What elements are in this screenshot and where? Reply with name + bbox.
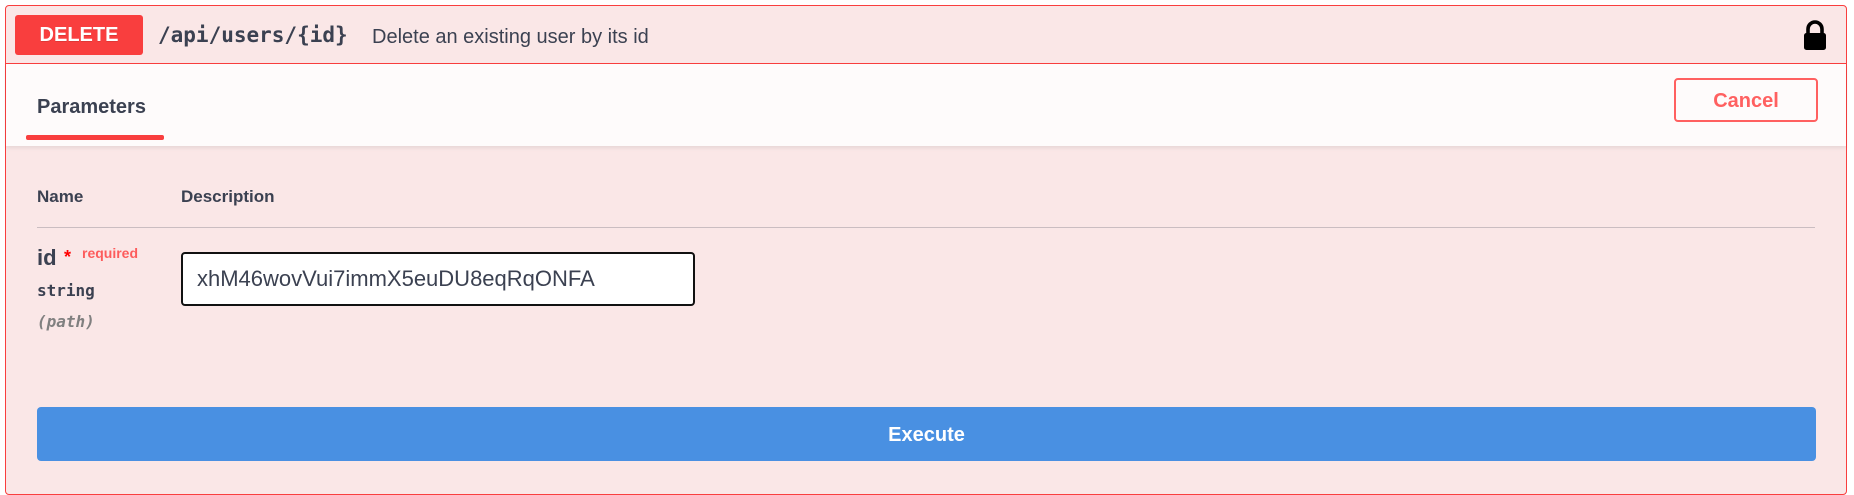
method-badge: DELETE xyxy=(15,15,143,55)
tab-active-indicator xyxy=(26,135,164,140)
opblock-summary[interactable]: DELETE /api/users/{id} Delete an existin… xyxy=(6,6,1846,64)
parameter-name: id xyxy=(37,245,57,270)
cancel-button[interactable]: Cancel xyxy=(1674,78,1818,122)
execute-button[interactable]: Execute xyxy=(37,407,1816,461)
parameter-type: string xyxy=(37,281,95,300)
column-header-description: Description xyxy=(181,187,275,206)
tab-parameters[interactable]: Parameters xyxy=(37,95,146,119)
required-label: required xyxy=(82,245,139,261)
endpoint-path: /api/users/{id} xyxy=(158,23,348,47)
column-header-name: Name xyxy=(37,187,84,206)
id-input[interactable] xyxy=(181,252,695,306)
table-divider xyxy=(37,227,1815,228)
lock-icon[interactable] xyxy=(1802,20,1828,52)
required-asterisk: * xyxy=(64,247,72,267)
parameters-section-header: Parameters Cancel xyxy=(6,64,1846,146)
endpoint-description: Delete an existing user by its id xyxy=(372,26,649,48)
parameter-location: (path) xyxy=(37,312,95,331)
